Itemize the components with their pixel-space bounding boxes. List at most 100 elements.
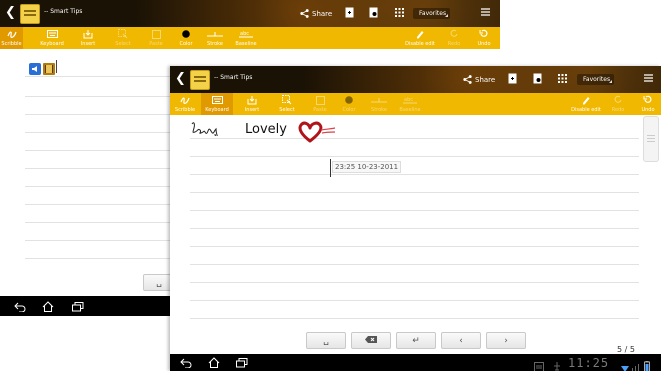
paste-icon <box>151 28 161 40</box>
share-icon <box>300 9 309 18</box>
tool-label: Paste <box>149 41 163 47</box>
paste-button[interactable]: Paste <box>310 93 330 115</box>
scribble-button[interactable]: Scribble <box>0 27 23 49</box>
share-button[interactable]: Share <box>300 0 332 27</box>
baseline-icon: abc <box>403 94 417 106</box>
svg-text:abc: abc <box>240 31 249 37</box>
recent-apps-button[interactable] <box>66 296 90 316</box>
recent-apps-icon <box>236 353 248 371</box>
space-key[interactable]: ␣ <box>306 332 346 349</box>
redo-button[interactable]: Redo <box>610 93 626 115</box>
add-page-icon <box>508 73 517 86</box>
disable-edit-button[interactable]: Disable edit <box>402 27 438 49</box>
system-nav-bar: 11:25 <box>170 354 661 371</box>
color-dot-icon <box>345 94 353 106</box>
undo-button[interactable]: Undo <box>638 93 658 115</box>
tool-label: Scribble <box>174 107 196 113</box>
page-scrollbar[interactable] <box>643 116 659 162</box>
paste-icon <box>315 94 325 106</box>
disable-edit-button[interactable]: Disable edit <box>568 93 604 115</box>
keyboard-button[interactable]: Keyboard <box>37 27 67 49</box>
back-chevron-icon[interactable]: ❮ <box>175 71 186 86</box>
stroke-button[interactable]: Stroke <box>368 93 390 115</box>
page-settings-icon <box>533 73 542 86</box>
color-dot-icon <box>182 28 190 40</box>
insert-icon <box>247 94 257 106</box>
redo-button[interactable]: Redo <box>446 27 462 49</box>
share-icon <box>463 75 472 84</box>
prev-key[interactable]: ‹ <box>441 332 481 349</box>
paste-button[interactable]: Paste <box>146 27 166 49</box>
select-button[interactable]: Select <box>276 93 298 115</box>
tool-label: Redo <box>447 41 461 47</box>
insert-button[interactable]: Insert <box>76 27 100 49</box>
back-chevron-icon[interactable]: ❮ <box>5 5 16 20</box>
tool-label: Keyboard <box>205 107 229 113</box>
favorites-dropdown[interactable]: Favorites <box>577 66 615 93</box>
baseline-icon: abc <box>239 28 253 40</box>
baseline-button[interactable]: abc Baseline <box>397 93 423 115</box>
tool-label: Color <box>179 41 193 47</box>
svg-text:abc: abc <box>404 97 413 103</box>
insert-icon <box>83 28 93 40</box>
typed-text[interactable]: Lovely <box>245 122 287 137</box>
menu-button[interactable] <box>644 66 653 93</box>
share-button[interactable]: Share <box>463 66 495 93</box>
recent-apps-button[interactable] <box>230 354 254 371</box>
space-icon: ␣ <box>156 277 162 288</box>
page-settings-button[interactable] <box>533 66 542 93</box>
favorites-label: Favorites <box>577 74 615 85</box>
status-clock[interactable]: 11:25 <box>568 356 609 370</box>
menu-button[interactable] <box>481 0 490 27</box>
keyboard-button[interactable]: Keyboard <box>201 93 233 115</box>
color-button[interactable]: Color <box>178 27 194 49</box>
timestamp-stamp: 23:25 10-23-2011 <box>332 161 402 173</box>
grid-view-button[interactable] <box>558 66 567 93</box>
back-arrow-icon <box>180 353 192 371</box>
page-indicator: 5 / 5 <box>617 345 635 354</box>
tool-label: Select <box>279 107 295 113</box>
home-icon <box>208 353 220 371</box>
tool-label: Insert <box>244 107 260 113</box>
back-button[interactable] <box>174 354 198 371</box>
enter-icon: ↵ <box>412 335 420 346</box>
next-key[interactable]: › <box>486 332 526 349</box>
home-button[interactable] <box>202 354 226 371</box>
stroke-button[interactable]: Stroke <box>205 27 225 49</box>
baseline-button[interactable]: abc Baseline <box>234 27 258 49</box>
insert-button[interactable]: Insert <box>240 93 264 115</box>
back-button[interactable] <box>8 296 32 316</box>
tool-label: Undo <box>641 107 655 113</box>
home-icon <box>42 297 54 316</box>
recent-apps-icon <box>72 297 84 316</box>
tool-label: Insert <box>80 41 96 47</box>
undo-icon <box>479 28 489 40</box>
keyboard-icon <box>46 28 58 40</box>
redo-icon <box>613 94 623 106</box>
scribble-button[interactable]: Scribble <box>173 93 197 115</box>
add-page-button[interactable] <box>345 0 354 27</box>
enter-key[interactable]: ↵ <box>396 332 436 349</box>
select-button[interactable]: Select <box>112 27 134 49</box>
tool-label: Disable edit <box>405 41 435 47</box>
edit-toolbar: Scribble Keyboard Insert Select Paste Co… <box>0 27 500 49</box>
favorites-label: Favorites <box>413 8 451 19</box>
backspace-key[interactable] <box>351 332 391 349</box>
grid-view-button[interactable] <box>395 0 404 27</box>
share-label: Share <box>475 75 496 84</box>
handwritten-lovely <box>190 120 232 140</box>
notebook-status-icon[interactable] <box>534 357 544 371</box>
select-icon <box>118 28 128 40</box>
home-button[interactable] <box>36 296 60 316</box>
undo-button[interactable]: Undo <box>474 27 494 49</box>
tool-label: Stroke <box>207 41 223 47</box>
chevron-left-icon: ‹ <box>459 335 463 346</box>
add-page-button[interactable] <box>508 66 517 93</box>
color-button[interactable]: Color <box>341 93 357 115</box>
page-settings-button[interactable] <box>369 0 378 27</box>
back-arrow-icon <box>14 297 26 316</box>
tool-label: Select <box>115 41 131 47</box>
favorites-dropdown[interactable]: Favorites <box>413 0 451 27</box>
backspace-icon <box>365 335 377 346</box>
front-note-window: ❮ -- Smart Tips Share Favorites Scribble… <box>170 66 661 371</box>
